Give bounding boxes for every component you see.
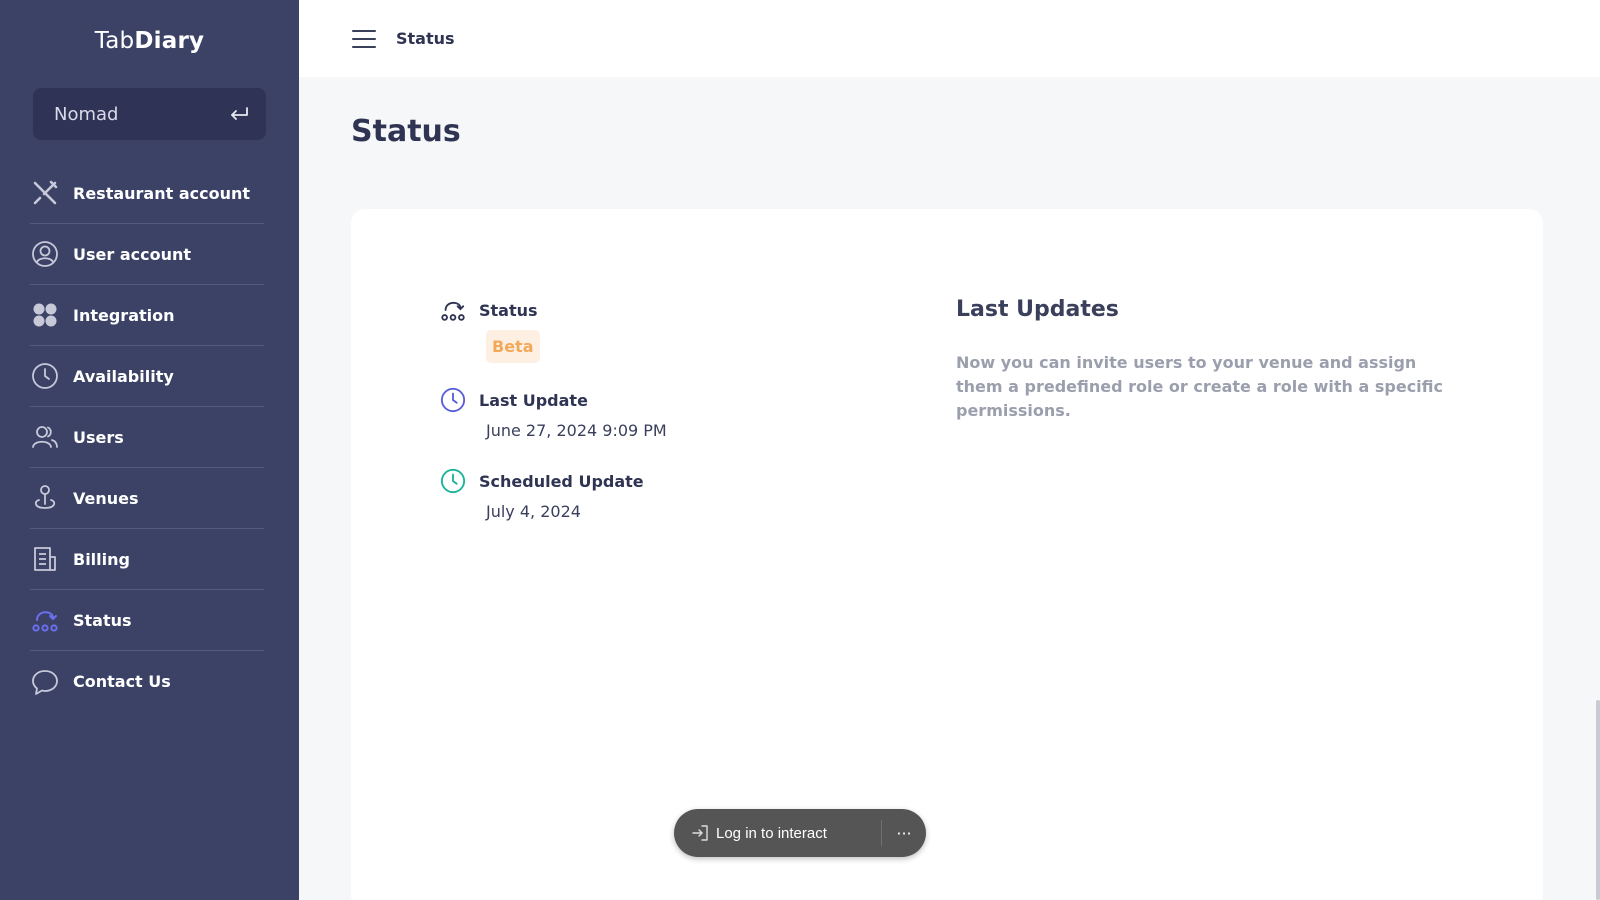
sidebar-item-label: User account <box>73 244 192 264</box>
log-in-label: Log in to interact <box>716 824 827 842</box>
venue-selector[interactable]: Nomad <box>33 88 266 140</box>
sidebar-nav: Restaurant account User account Integrat… <box>30 163 264 712</box>
venue-pin-icon <box>30 483 60 513</box>
page-scrollbar[interactable] <box>1596 700 1600 900</box>
menu-toggle-icon[interactable] <box>352 29 376 48</box>
last-update-value: June 27, 2024 9:09 PM <box>486 421 667 440</box>
scheduled-update-value: July 4, 2024 <box>486 502 581 521</box>
sidebar: TabDiary Nomad Restaurant account User a… <box>0 0 299 900</box>
sidebar-item-venues[interactable]: Venues <box>30 468 264 529</box>
scheduled-update-label: Scheduled Update <box>479 471 644 491</box>
sidebar-item-label: Billing <box>73 549 130 569</box>
sidebar-item-availability[interactable]: Availability <box>30 346 264 407</box>
last-updates-text: Now you can invite users to your venue a… <box>956 353 1443 420</box>
clock-icon <box>439 467 467 495</box>
sidebar-item-label: Contact Us <box>73 672 171 691</box>
page-title: Status <box>351 114 461 149</box>
sidebar-item-label: Venues <box>73 488 139 508</box>
status-route-icon <box>30 605 60 635</box>
sidebar-item-user-account[interactable]: User account <box>30 224 264 285</box>
sidebar-item-label: Status <box>73 610 132 630</box>
sidebar-item-status[interactable]: Status <box>30 590 264 651</box>
venue-name: Nomad <box>54 103 119 125</box>
chat-bubble-icon <box>30 667 60 697</box>
breadcrumb: Status <box>396 29 455 48</box>
brand-prefix: Tab <box>94 28 135 54</box>
status-badge: Beta <box>486 330 540 363</box>
sign-in-icon <box>690 823 710 843</box>
top-bar: Status <box>299 0 1600 77</box>
utensils-icon <box>30 178 60 208</box>
last-update-label: Last Update <box>479 390 588 410</box>
sidebar-item-billing[interactable]: Billing <box>30 529 264 590</box>
users-icon <box>30 422 60 452</box>
clock-icon <box>439 386 467 414</box>
sidebar-item-label: Availability <box>73 366 174 386</box>
brand-logo[interactable]: TabDiary <box>0 28 299 54</box>
last-update-row: Last Update <box>439 386 588 414</box>
billing-icon <box>30 544 60 574</box>
log-in-button[interactable]: Log in to interact <box>674 809 881 857</box>
clock-icon <box>30 361 60 391</box>
login-pill: Log in to interact ··· <box>674 809 926 857</box>
status-route-icon <box>439 296 467 324</box>
sidebar-item-label: Integration <box>73 305 175 325</box>
grid-icon <box>30 300 60 330</box>
last-updates-heading: Last Updates <box>956 297 1119 322</box>
scheduled-update-row: Scheduled Update <box>439 467 644 495</box>
user-circle-icon <box>30 239 60 269</box>
sidebar-item-label: Restaurant account <box>73 183 251 203</box>
switch-venue-icon[interactable] <box>228 103 250 125</box>
more-options-button[interactable]: ··· <box>882 809 926 857</box>
status-row: Status <box>439 296 538 324</box>
sidebar-item-integration[interactable]: Integration <box>30 285 264 346</box>
status-label: Status <box>479 300 538 320</box>
sidebar-item-contact-us[interactable]: Contact Us <box>30 651 264 712</box>
sidebar-item-users[interactable]: Users <box>30 407 264 468</box>
sidebar-item-restaurant-account[interactable]: Restaurant account <box>30 163 264 224</box>
sidebar-item-label: Users <box>73 427 124 447</box>
brand-suffix: Diary <box>134 28 205 54</box>
